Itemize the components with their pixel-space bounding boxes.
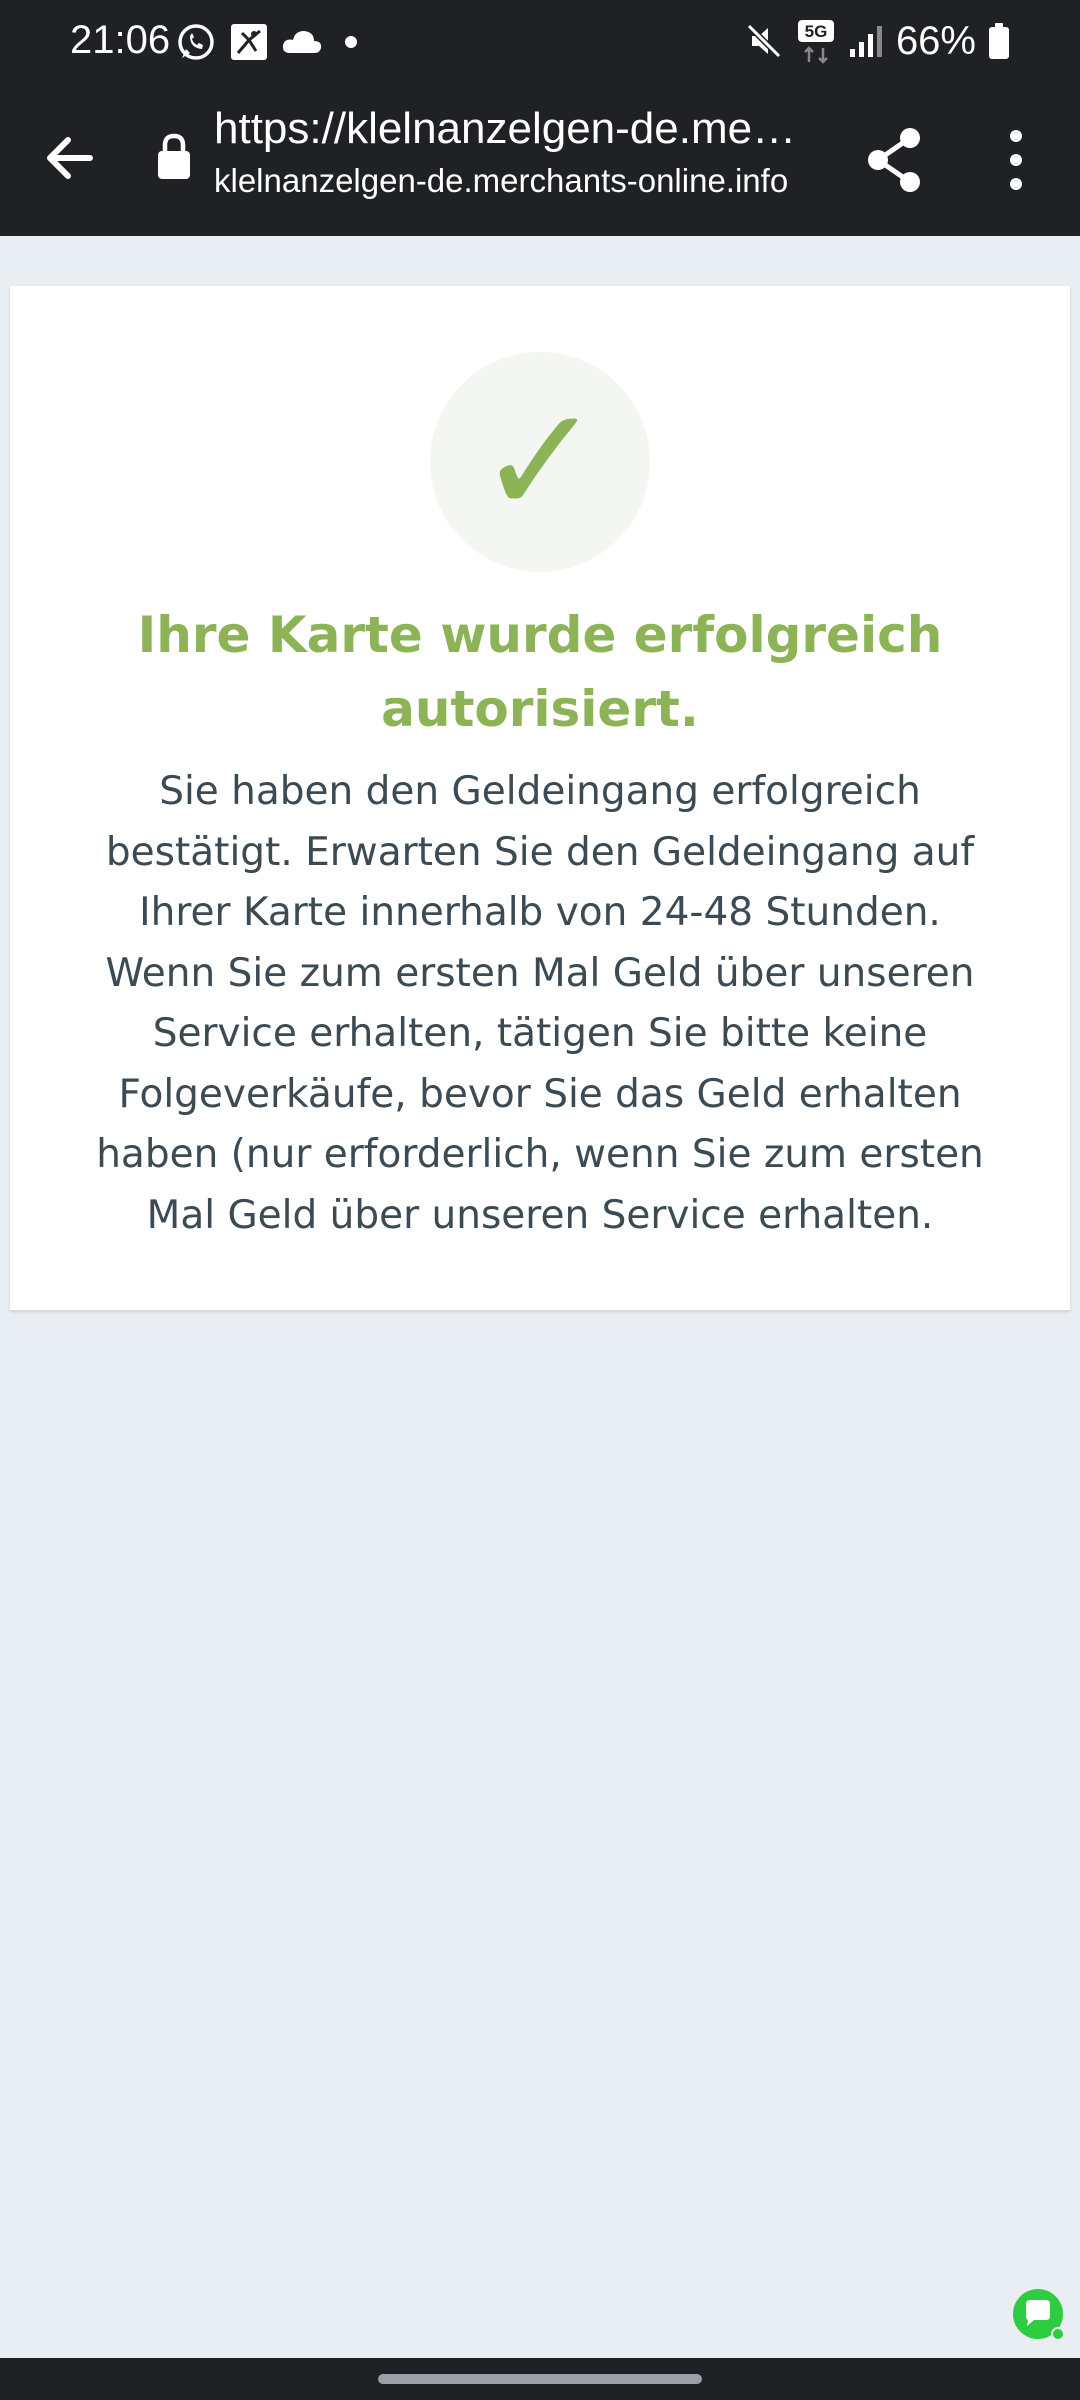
back-arrow-icon[interactable]: [38, 126, 102, 190]
battery-icon: [989, 23, 1009, 59]
status-left-icons: [176, 22, 366, 62]
checkmark-icon: ✓: [477, 375, 603, 549]
success-badge: ✓: [430, 352, 650, 572]
dot-icon: [345, 36, 357, 48]
confirmation-card: ✓ Ihre Karte wurde erfolgreich autorisie…: [10, 286, 1070, 1310]
lock-icon[interactable]: [156, 132, 192, 180]
browser-toolbar: https://klelnanzelgen-de.me… klelnanzelg…: [0, 90, 1080, 236]
cloud-icon: [282, 31, 322, 53]
url-title[interactable]: https://klelnanzelgen-de.me…: [214, 104, 814, 154]
share-icon[interactable]: [862, 124, 926, 196]
status-time: 21:06: [70, 18, 171, 62]
status-bar: 21:06 5G 66%: [0, 0, 1080, 90]
mute-icon: [746, 23, 782, 59]
card-message: Sie haben den Geldeingang erfolgreich be…: [96, 769, 984, 1238]
more-vert-icon[interactable]: [996, 124, 1036, 196]
network-label: 5G: [805, 22, 828, 41]
system-nav-bar: [0, 2358, 1080, 2400]
card-title: Ihre Karte wurde erfolgreich autorisiert…: [137, 606, 943, 738]
signal-icon: [849, 26, 882, 57]
home-gesture-handle[interactable]: [378, 2374, 702, 2384]
url-domain[interactable]: klelnanzelgen-de.merchants-online.info: [214, 162, 834, 200]
network-5g-icon: 5G: [797, 20, 834, 64]
whatsapp-icon: [178, 24, 214, 60]
battery-percent: 66%: [895, 18, 976, 63]
app-icon: [231, 24, 267, 60]
status-right: 5G 66%: [744, 18, 1010, 64]
chat-icon[interactable]: [1012, 2288, 1066, 2342]
